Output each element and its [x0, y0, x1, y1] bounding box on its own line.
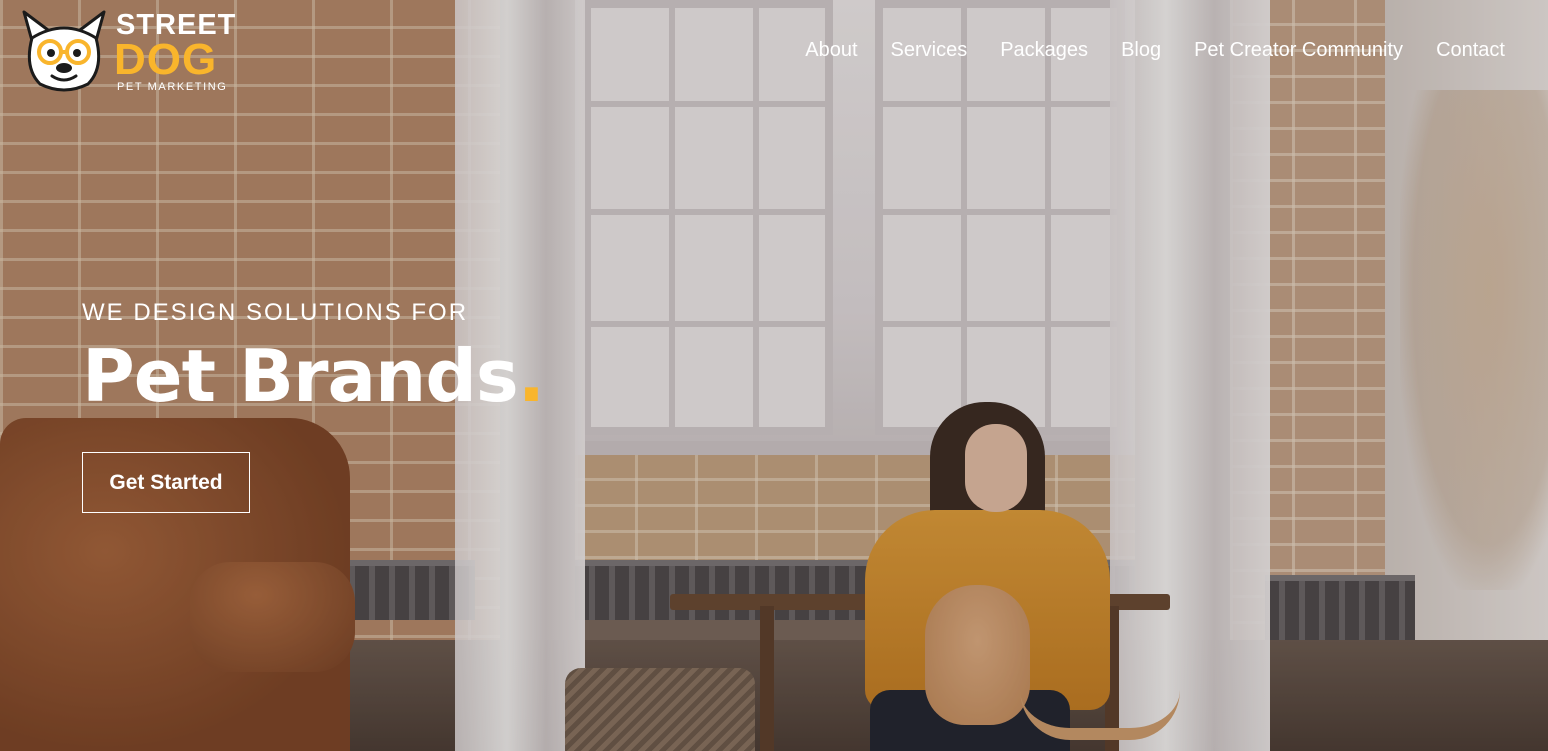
- main-nav: About Services Packages Blog Pet Creator…: [772, 36, 1505, 64]
- site-logo[interactable]: STREET DOG PET MARKETING: [18, 8, 238, 94]
- nav-item-packages[interactable]: Packages: [1000, 36, 1088, 64]
- nav-item-contact[interactable]: Contact: [1436, 36, 1505, 64]
- nav-item-blog[interactable]: Blog: [1121, 36, 1161, 64]
- logo-tagline: PET MARKETING: [117, 81, 228, 93]
- hero-title: Pet Brands.: [82, 334, 545, 418]
- hero-eyebrow: WE DESIGN SOLUTIONS FOR: [82, 299, 469, 326]
- nav-item-pet-creator-community[interactable]: Pet Creator Community: [1194, 36, 1403, 64]
- nav-item-about[interactable]: About: [805, 36, 857, 64]
- get-started-button[interactable]: Get Started: [82, 452, 250, 513]
- nav-item-services[interactable]: Services: [891, 36, 968, 64]
- hero-title-text: Pet Brands: [82, 334, 519, 418]
- hero-section: WE DESIGN SOLUTIONS FOR Pet Brands.: [82, 298, 545, 418]
- logo-wordmark-dog: DOG: [114, 35, 218, 84]
- hero-title-dot: .: [517, 334, 545, 418]
- site-header: STREET DOG PET MARKETING About Services …: [0, 0, 1548, 100]
- dog-with-glasses-icon: [22, 10, 106, 92]
